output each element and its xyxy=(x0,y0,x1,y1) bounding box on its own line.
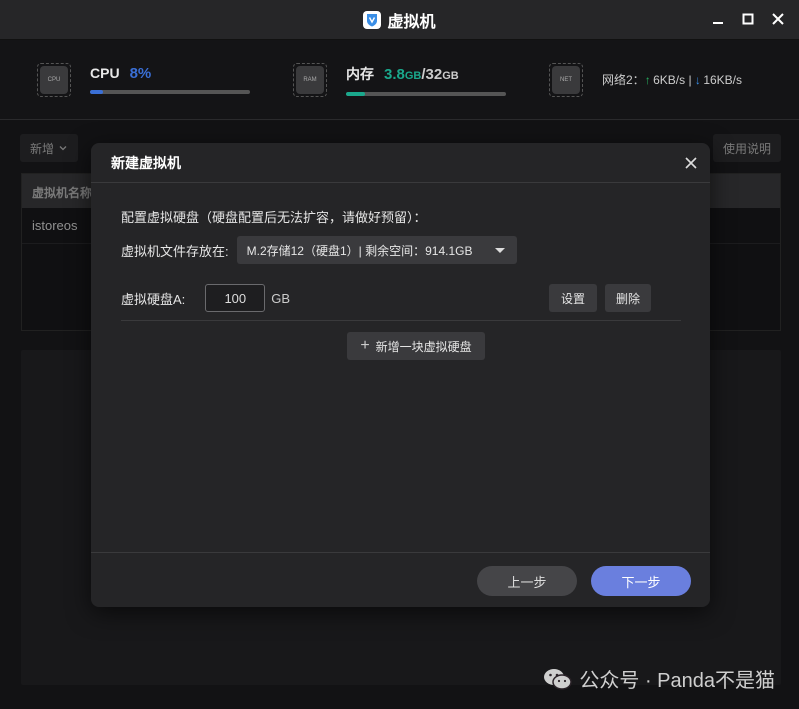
wechat-icon xyxy=(544,668,573,690)
cpu-chip-icon: CPU xyxy=(37,62,71,97)
dialog-body: 配置虚拟硬盘（硬盘配置后无法扩容，请做好预留）： 虚拟机文件存放在: M.2存储… xyxy=(91,183,710,321)
memory-usage-fill xyxy=(346,91,366,96)
memory-label: 内存 xyxy=(346,65,374,82)
download-speed: 16KB/s xyxy=(703,73,743,87)
mem-stat-body: 内存 3.8GB/32GB xyxy=(346,64,506,96)
download-arrow-icon: ↓ xyxy=(694,73,701,87)
dialog-footer: 上一步 下一步 xyxy=(91,552,710,607)
network-separator: | xyxy=(685,73,695,87)
resource-stats: CPU CPU 8% RAM 内存 3.8GB/32GB NET 网络2：↑ 6… xyxy=(0,40,799,120)
title-group: 虚拟机 xyxy=(363,8,436,32)
memory-used-unit: GB xyxy=(404,69,422,82)
next-step-button[interactable]: 下一步 xyxy=(591,566,691,596)
network-readout: 网络2：↑ 6KB/s | ↓ 16KB/s xyxy=(602,71,742,88)
plus-icon: + xyxy=(360,337,370,354)
watermark-text: 公众号 · Panda不是猫 xyxy=(579,670,775,692)
new-vm-dialog: 新建虚拟机 配置虚拟硬盘（硬盘配置后无法扩容，请做好预留）： 虚拟机文件存放在:… xyxy=(91,143,710,607)
cpu-label: CPU xyxy=(90,65,120,81)
network-label: 网络2： xyxy=(602,73,645,87)
memory-total-unit: GB xyxy=(442,69,459,82)
cpu-stat-body: CPU 8% xyxy=(90,65,250,94)
storage-location-value: M.2存储12（硬盘1）| 剩余空间：914.1GB xyxy=(246,243,473,258)
disk-config-intro: 配置虚拟硬盘（硬盘配置后无法扩容，请做好预留）： xyxy=(121,210,427,225)
upload-speed: 6KB/s xyxy=(653,73,686,87)
minimize-icon[interactable] xyxy=(711,12,725,26)
cpu-usage-fill xyxy=(90,90,103,94)
cpu-usage-bar xyxy=(90,90,250,94)
cpu-stat-line: CPU 8% xyxy=(90,65,250,82)
storage-location-select[interactable]: M.2存储12（硬盘1）| 剩余空间：914.1GB xyxy=(236,236,517,264)
memory-value: 3.8GB/32GB xyxy=(384,66,459,83)
disk-delete-button[interactable]: 删除 xyxy=(605,284,651,312)
network-stat: NET 网络2：↑ 6KB/s | ↓ 16KB/s xyxy=(549,62,742,97)
location-row: 虚拟机文件存放在: M.2存储12（硬盘1）| 剩余空间：914.1GB xyxy=(121,236,680,264)
disk-settings-button[interactable]: 设置 xyxy=(549,284,597,312)
upload-arrow-icon: ↑ xyxy=(644,73,651,87)
dialog-title: 新建虚拟机 xyxy=(111,154,181,171)
cpu-value: 8% xyxy=(129,65,152,82)
memory-used: 3.8 xyxy=(384,65,405,83)
previous-step-button[interactable]: 上一步 xyxy=(477,566,577,596)
window-title: 虚拟机 xyxy=(387,13,436,31)
title-bar: 虚拟机 xyxy=(0,0,799,40)
add-disk-label: 新增一块虚拟硬盘 xyxy=(375,339,472,354)
location-label: 虚拟机文件存放在: xyxy=(121,243,229,259)
virtual-disk-row: 虚拟硬盘A: GB 设置 删除 xyxy=(121,284,680,312)
disk-size-input[interactable] xyxy=(205,284,266,312)
cpu-stat: CPU CPU 8% xyxy=(37,62,250,97)
app-window: 虚拟机 CPU CPU 8% RAM 内存 3.8GB/32GB NET 网络2… xyxy=(0,0,799,709)
add-virtual-disk-button[interactable]: + 新增一块虚拟硬盘 xyxy=(347,332,485,360)
watermark: 公众号 · Panda不是猫 xyxy=(543,664,775,693)
dropdown-caret-icon xyxy=(494,248,505,253)
maximize-icon[interactable] xyxy=(741,12,755,26)
disk-divider xyxy=(121,320,681,321)
close-icon[interactable] xyxy=(771,12,785,26)
memory-usage-bar xyxy=(346,91,506,96)
disk-unit: GB xyxy=(271,290,291,306)
ram-chip-icon: RAM xyxy=(293,62,327,97)
app-logo-icon xyxy=(363,10,382,29)
memory-stat: RAM 内存 3.8GB/32GB xyxy=(293,62,506,97)
dialog-close-icon[interactable] xyxy=(684,156,698,170)
dialog-header: 新建虚拟机 xyxy=(91,143,710,183)
mem-stat-line: 内存 3.8GB/32GB xyxy=(346,64,506,84)
window-controls xyxy=(711,12,785,26)
disk-label: 虚拟硬盘A: xyxy=(121,291,186,307)
net-chip-icon: NET xyxy=(549,62,583,97)
memory-total: 32 xyxy=(425,65,443,83)
